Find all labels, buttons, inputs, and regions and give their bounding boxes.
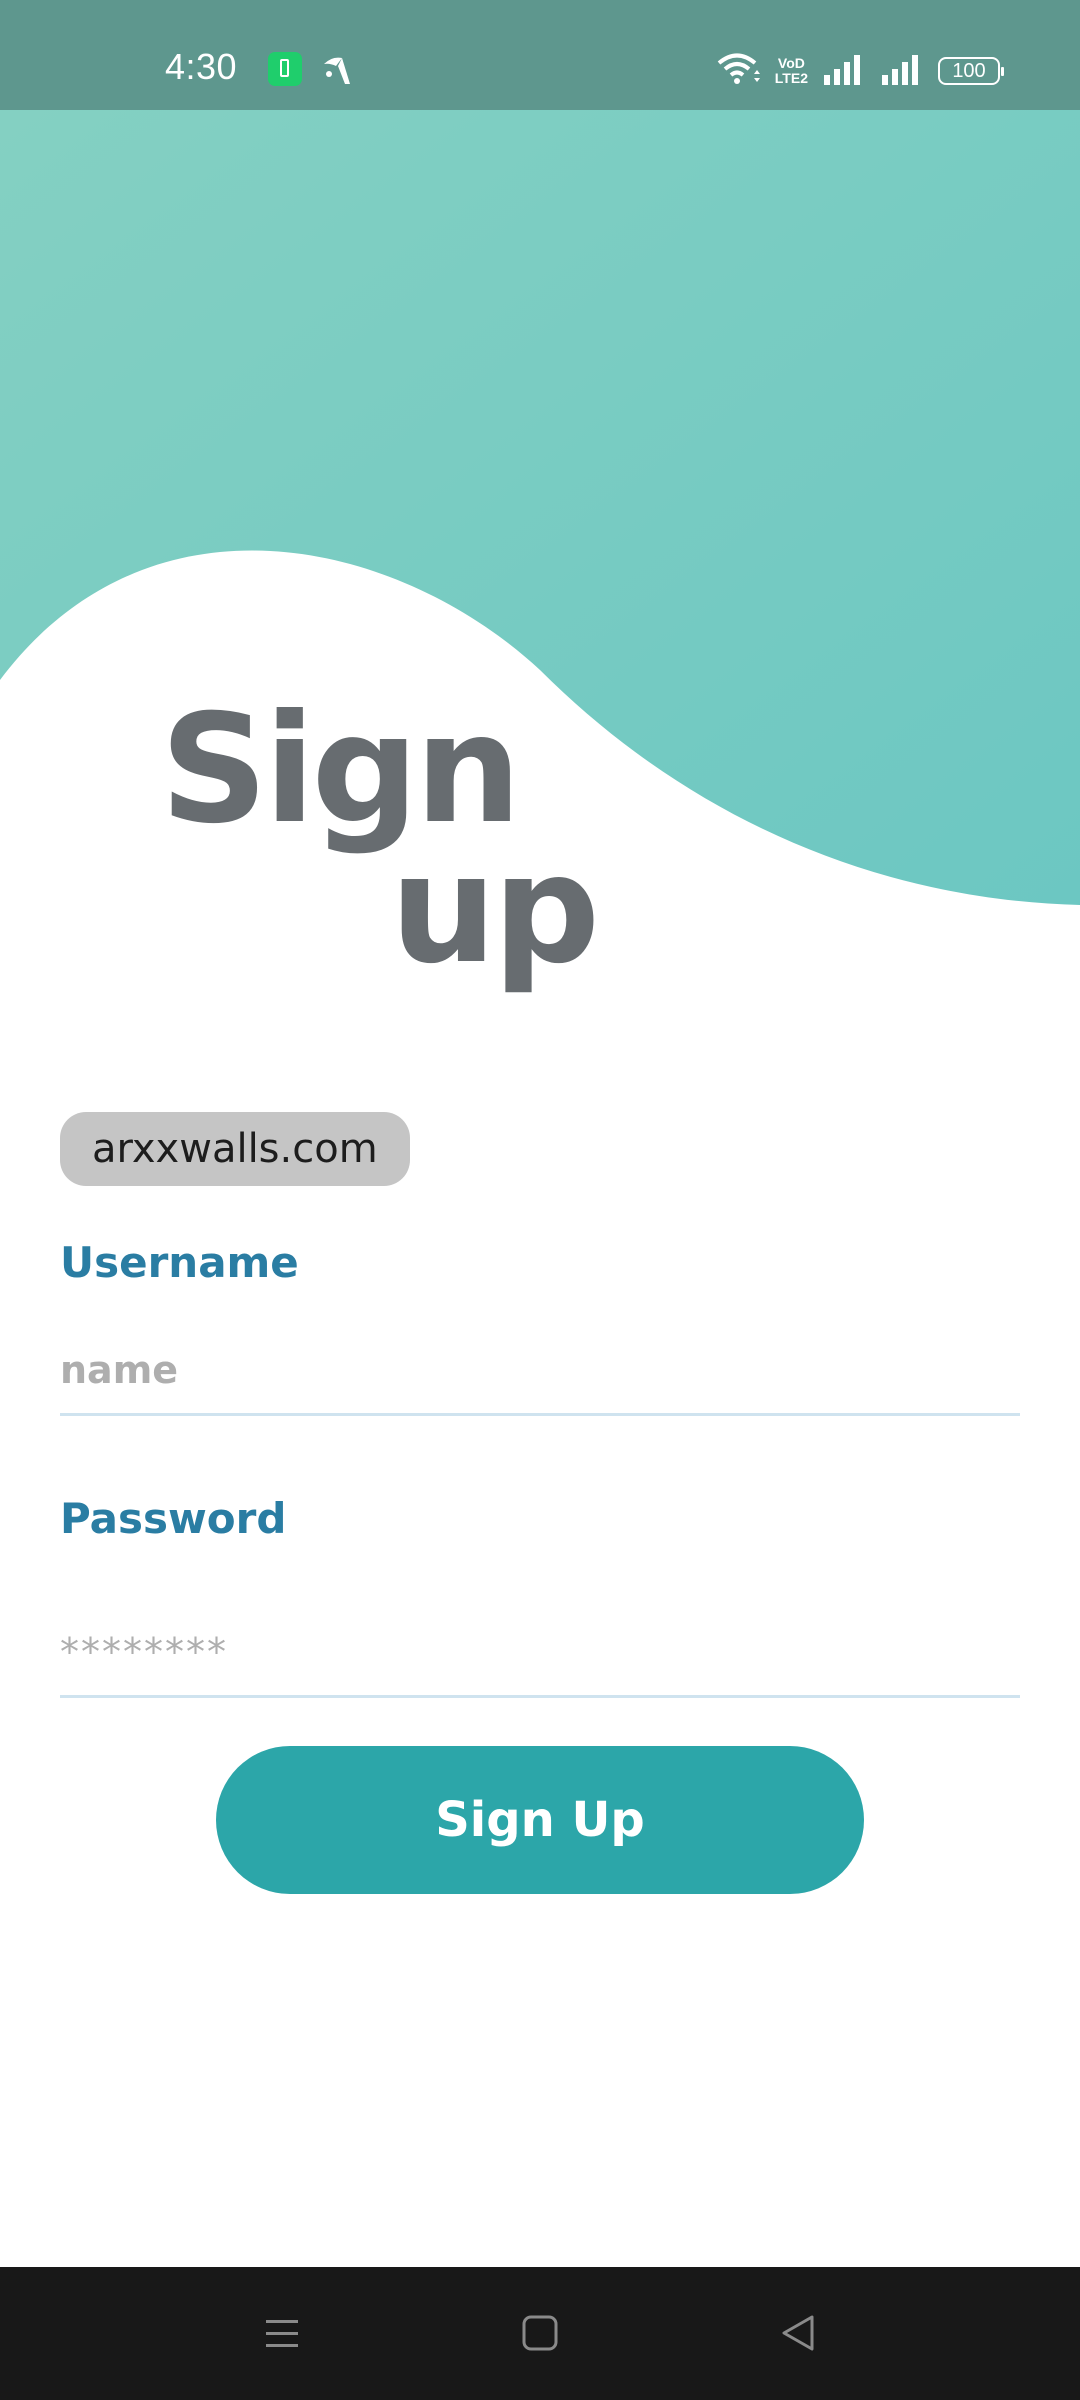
volte-icon: VoD LTE2 [775, 56, 808, 86]
home-icon[interactable] [510, 2303, 570, 2363]
username-input[interactable] [60, 1326, 1020, 1416]
battery-saver-icon [268, 52, 302, 86]
password-label: Password [60, 1494, 287, 1543]
page-title: Sign up [160, 695, 600, 997]
volte-bottom: LTE2 [774, 70, 808, 86]
username-label: Username [60, 1238, 299, 1287]
signal-icon [822, 53, 866, 89]
menu-icon[interactable] [252, 2303, 312, 2363]
volte-top: VoD [777, 55, 805, 71]
signal-icon-2 [880, 53, 924, 89]
status-bar: 4:30 VoD LTE2 100 [0, 0, 1080, 110]
signup-button[interactable]: Sign Up [216, 1746, 864, 1894]
signup-screen: 4:30 VoD LTE2 100 Sign up arxxwalls.com … [0, 0, 1080, 2400]
carrier-icon [320, 52, 358, 86]
navigation-bar [0, 2267, 1080, 2400]
battery-icon: 100 [938, 57, 1004, 85]
title-line-2: up [390, 823, 600, 997]
status-right-icons: VoD LTE2 100 [717, 52, 1004, 90]
status-time: 4:30 [165, 46, 238, 87]
status-left-icons [268, 52, 358, 86]
wifi-icon [717, 52, 761, 90]
site-watermark-chip: arxxwalls.com [60, 1112, 410, 1186]
back-icon[interactable] [768, 2303, 828, 2363]
password-input[interactable] [60, 1608, 1020, 1698]
